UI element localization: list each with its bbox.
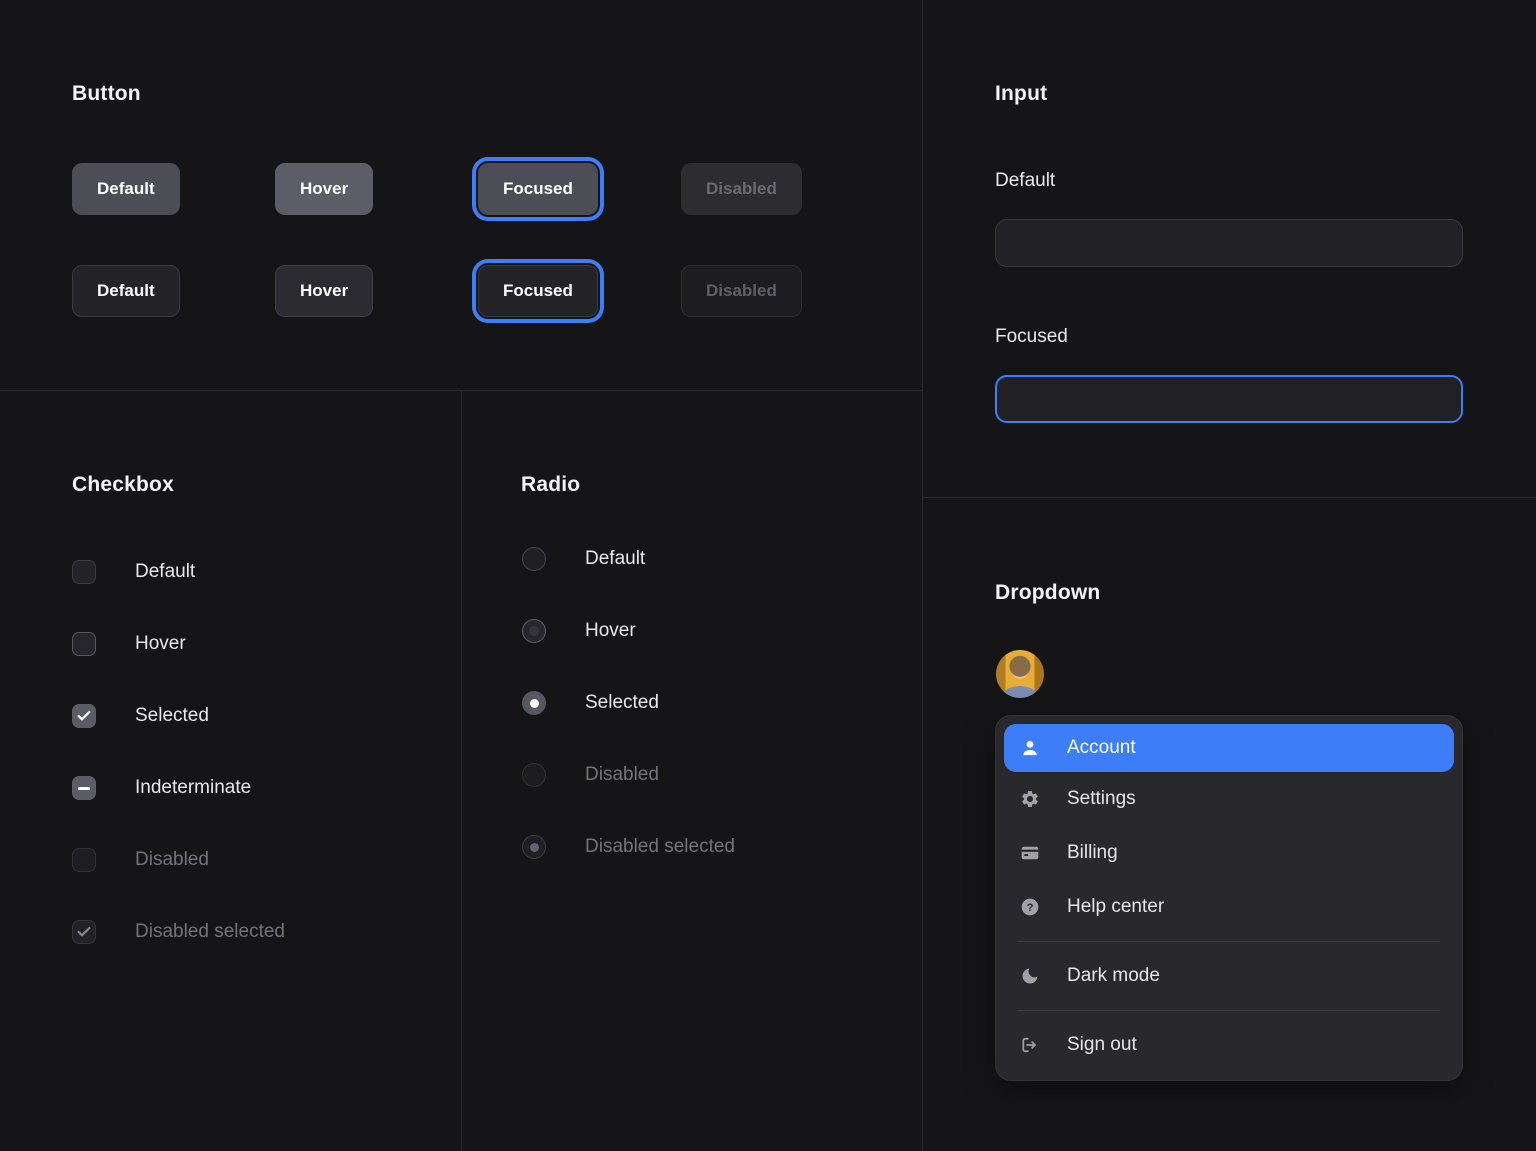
button-row-solid: Default Hover Focused Disabled (72, 163, 832, 215)
radio-section-title: Radio (521, 473, 580, 497)
button-section-title: Button (72, 82, 141, 106)
menu-item-label: Dark mode (1067, 965, 1160, 987)
text-input-default[interactable] (995, 219, 1463, 267)
radio-label: Disabled (585, 763, 659, 787)
checkbox-disabled-selected[interactable] (72, 920, 96, 944)
menu-item-help-center[interactable]: ? Help center (1004, 880, 1454, 934)
radio-row-default[interactable]: Default (522, 547, 645, 571)
radio-selected[interactable] (522, 691, 546, 715)
check-icon (76, 924, 92, 940)
checkbox-row-disabled-selected[interactable]: Disabled selected (72, 920, 285, 944)
radio-disabled[interactable] (522, 763, 546, 787)
button-default[interactable]: Default (72, 163, 180, 215)
menu-item-sign-out[interactable]: Sign out (1004, 1018, 1454, 1072)
radio-label: Default (585, 547, 645, 571)
avatar[interactable] (996, 650, 1044, 698)
input-label-focused: Focused (995, 326, 1068, 348)
checkbox-row-disabled[interactable]: Disabled (72, 848, 209, 872)
checkbox-label: Selected (135, 704, 209, 728)
menu-item-settings[interactable]: Settings (1004, 772, 1454, 826)
dropdown-section-title: Dropdown (995, 581, 1100, 605)
credit-card-icon (1020, 843, 1040, 863)
checkbox-row-indeterminate[interactable]: Indeterminate (72, 776, 251, 800)
horizontal-divider-right (922, 497, 1536, 498)
input-label-default: Default (995, 170, 1055, 192)
menu-item-label: Billing (1067, 842, 1118, 864)
checkbox-disabled[interactable] (72, 848, 96, 872)
radio-label: Selected (585, 691, 659, 715)
menu-item-dark-mode[interactable]: Dark mode (1004, 949, 1454, 1003)
radio-row-disabled-selected[interactable]: Disabled selected (522, 835, 735, 859)
check-icon (76, 708, 92, 724)
menu-item-label: Account (1067, 737, 1136, 759)
checkbox-default[interactable] (72, 560, 96, 584)
button-hover[interactable]: Hover (275, 163, 373, 215)
help-icon: ? (1020, 897, 1040, 917)
checkbox-label: Disabled selected (135, 920, 285, 944)
radio-label: Hover (585, 619, 636, 643)
checkbox-section-title: Checkbox (72, 473, 174, 497)
menu-item-label: Sign out (1067, 1034, 1137, 1056)
radio-row-disabled[interactable]: Disabled (522, 763, 659, 787)
menu-item-billing[interactable]: Billing (1004, 826, 1454, 880)
gear-icon (1020, 789, 1040, 809)
vertical-divider-checkbox-radio (461, 390, 462, 1151)
vertical-divider-main (922, 0, 923, 1151)
radio-label: Disabled selected (585, 835, 735, 859)
checkbox-row-hover[interactable]: Hover (72, 632, 186, 656)
button-ghost-default[interactable]: Default (72, 265, 180, 317)
text-input-focused[interactable] (995, 375, 1463, 423)
checkbox-hover[interactable] (72, 632, 96, 656)
checkbox-row-default[interactable]: Default (72, 560, 195, 584)
radio-default[interactable] (522, 547, 546, 571)
input-section-title: Input (995, 82, 1047, 106)
checkbox-label: Default (135, 560, 195, 584)
component-showcase: Button Default Hover Focused Disabled De… (0, 0, 1536, 1151)
sign-out-icon (1020, 1035, 1040, 1055)
radio-hover[interactable] (522, 619, 546, 643)
svg-text:?: ? (1027, 902, 1034, 914)
button-row-ghost: Default Hover Focused Disabled (72, 265, 832, 317)
radio-row-hover[interactable]: Hover (522, 619, 636, 643)
moon-icon (1020, 966, 1040, 986)
dropdown-menu: Account Settings Billing ? Help center (995, 715, 1463, 1081)
checkbox-row-selected[interactable]: Selected (72, 704, 209, 728)
menu-divider (1018, 1010, 1440, 1011)
menu-divider (1018, 941, 1440, 942)
checkbox-label: Indeterminate (135, 776, 251, 800)
button-focused[interactable]: Focused (478, 163, 598, 215)
menu-item-label: Settings (1067, 788, 1136, 810)
radio-disabled-selected[interactable] (522, 835, 546, 859)
menu-item-account[interactable]: Account (1004, 724, 1454, 772)
user-icon (1020, 738, 1040, 758)
button-ghost-disabled[interactable]: Disabled (681, 265, 802, 317)
button-ghost-hover[interactable]: Hover (275, 265, 373, 317)
checkbox-selected[interactable] (72, 704, 96, 728)
checkbox-label: Hover (135, 632, 186, 656)
button-ghost-focused[interactable]: Focused (478, 265, 598, 317)
button-disabled[interactable]: Disabled (681, 163, 802, 215)
radio-row-selected[interactable]: Selected (522, 691, 659, 715)
checkbox-label: Disabled (135, 848, 209, 872)
menu-item-label: Help center (1067, 896, 1164, 918)
checkbox-indeterminate[interactable] (72, 776, 96, 800)
